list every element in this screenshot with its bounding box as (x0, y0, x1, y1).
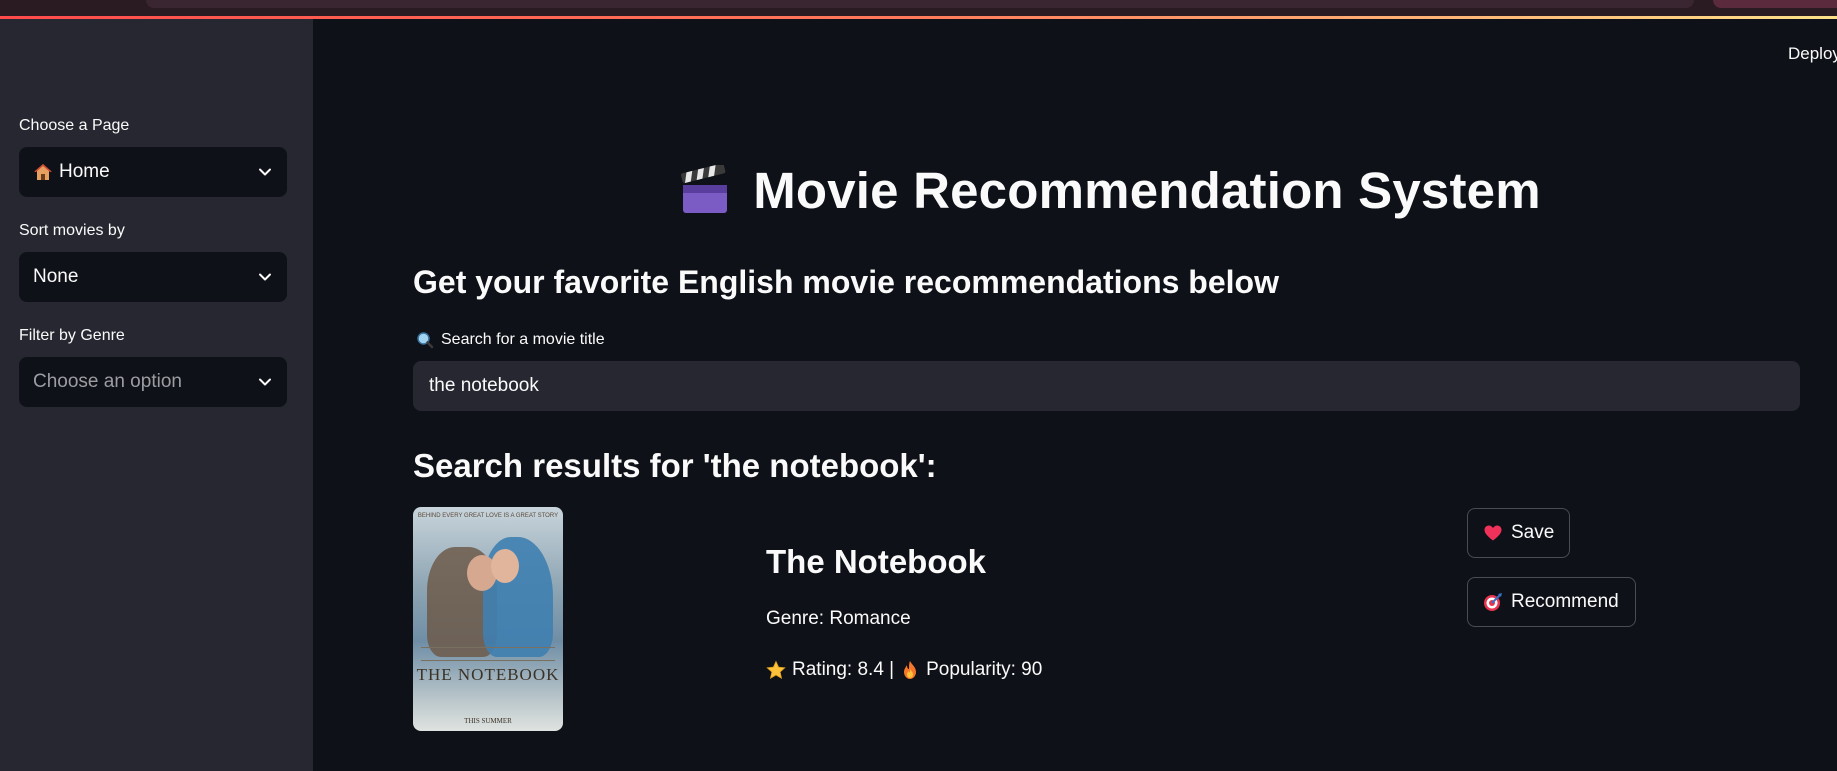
poster-tagline: BEHIND EVERY GREAT LOVE IS A GREAT STORY (417, 513, 559, 519)
chevron-down-icon (257, 164, 273, 180)
heart-icon (1483, 523, 1503, 543)
page-select-value: Home (59, 161, 110, 182)
sort-select[interactable]: None (19, 252, 287, 302)
recommend-button-label: Recommend (1511, 591, 1619, 612)
movie-stats: Rating: 8.4 | Popularity: 90 (766, 659, 1042, 681)
page-select-label: Choose a Page (19, 117, 130, 134)
movie-genre: Genre: Romance (766, 608, 911, 629)
clapperboard-icon (679, 163, 731, 217)
sort-select-label: Sort movies by (19, 222, 125, 239)
recommend-button[interactable]: Recommend (1467, 577, 1636, 627)
search-label: Search for a movie title (415, 330, 605, 350)
sidebar: Choose a Page Home Sort movies by None F… (0, 19, 313, 771)
chevron-down-icon (257, 374, 273, 390)
page-title-text: Movie Recommendation System (753, 162, 1541, 219)
page-select[interactable]: Home (19, 147, 287, 197)
poster-release: THIS SUMMER (464, 717, 512, 725)
sort-select-value: None (33, 266, 79, 287)
magnifier-icon (415, 330, 435, 350)
genre-filter-placeholder: Choose an option (33, 371, 182, 392)
browser-button[interactable] (1713, 0, 1837, 8)
movie-title: The Notebook (766, 543, 986, 580)
poster-title: THE NOTEBOOK (416, 665, 560, 684)
star-icon (766, 660, 786, 680)
results-heading: Search results for 'the notebook': (413, 447, 937, 484)
movie-rating: Rating: 8.4 | (792, 659, 895, 680)
fire-icon (900, 660, 920, 680)
search-label-text: Search for a movie title (441, 331, 605, 348)
main-content: Deploy Movie Recommendation System Get y… (313, 19, 1837, 771)
search-input[interactable] (413, 361, 1800, 411)
deploy-button[interactable]: Deploy (1788, 44, 1837, 64)
poster-figure (491, 549, 519, 583)
page-title: Movie Recommendation System (313, 161, 1837, 220)
movie-popularity: Popularity: 90 (926, 659, 1043, 680)
chevron-down-icon (257, 269, 273, 285)
save-button[interactable]: Save (1467, 508, 1570, 558)
save-button-label: Save (1511, 522, 1555, 543)
movie-poster: BEHIND EVERY GREAT LOVE IS A GREAT STORY… (413, 507, 563, 731)
poster-credits (421, 647, 555, 661)
target-icon (1483, 592, 1503, 612)
genre-filter-label: Filter by Genre (19, 327, 125, 344)
genre-filter-select[interactable]: Choose an option (19, 357, 287, 407)
house-icon (33, 162, 53, 182)
page-subtitle: Get your favorite English movie recommen… (413, 264, 1279, 300)
address-bar[interactable] (146, 0, 1694, 8)
